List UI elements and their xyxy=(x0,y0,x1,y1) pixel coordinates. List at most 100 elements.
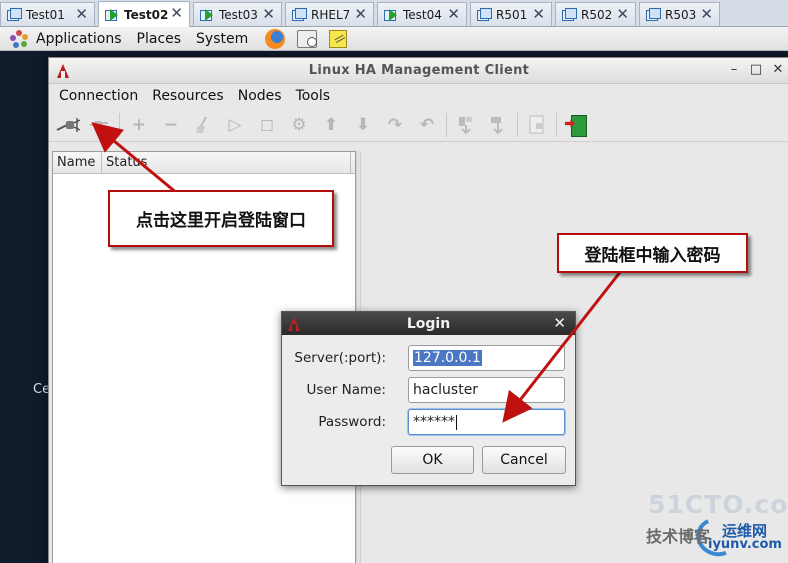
vm-running-icon xyxy=(384,8,398,21)
vm-icon xyxy=(477,8,492,21)
toolbar-separator xyxy=(119,112,120,137)
disconnect-icon[interactable] xyxy=(87,112,113,138)
vm-icon xyxy=(7,8,22,21)
close-icon[interactable]: ✕ xyxy=(616,6,629,22)
menu-places[interactable]: Places xyxy=(137,31,182,47)
move-down-icon[interactable]: ⬇ xyxy=(350,112,376,138)
view-xml-icon[interactable] xyxy=(524,112,550,138)
vm-tab-r501[interactable]: R501 ✕ xyxy=(470,2,552,26)
dialog-titlebar[interactable]: Login ✕ xyxy=(282,312,575,335)
settings-icon[interactable]: ⚙ xyxy=(286,112,312,138)
window-title: Linux HA Management Client xyxy=(308,63,530,78)
ha-management-window: Linux HA Management Client – □ ✕ Connect… xyxy=(48,57,788,563)
password-value: ****** xyxy=(413,414,455,430)
vm-tab-rhel7[interactable]: RHEL7 ✕ xyxy=(285,2,374,26)
close-icon[interactable]: ✕ xyxy=(354,6,367,22)
window-titlebar[interactable]: Linux HA Management Client – □ ✕ xyxy=(49,58,788,84)
menu-resources[interactable]: Resources xyxy=(152,88,224,104)
gnome-foot-icon[interactable] xyxy=(9,29,29,48)
menubar: Connection Resources Nodes Tools xyxy=(49,84,788,108)
column-header-status[interactable]: Status xyxy=(102,152,351,173)
menu-system[interactable]: System xyxy=(196,31,248,47)
vm-tab-label: R502 xyxy=(581,7,613,22)
vm-tab-label: R501 xyxy=(496,7,528,22)
close-icon[interactable]: ✕ xyxy=(447,6,460,22)
server-label: Server(:port): xyxy=(294,350,386,366)
login-dialog: Login ✕ Server(:port): 127.0.0.1 User Na… xyxy=(281,311,576,486)
add-icon[interactable]: + xyxy=(126,112,152,138)
redo-icon[interactable]: ↷ xyxy=(382,112,408,138)
column-header-name[interactable]: Name xyxy=(53,152,102,173)
server-input[interactable]: 127.0.0.1 xyxy=(408,345,565,371)
vm-tab-r503[interactable]: R503 ✕ xyxy=(639,2,720,26)
close-icon[interactable]: ✕ xyxy=(700,6,713,22)
vm-tab-test04[interactable]: Test04 ✕ xyxy=(377,2,467,26)
vm-tab-test02[interactable]: Test02 ✕ xyxy=(98,1,190,27)
vm-tab-label: R503 xyxy=(665,7,697,22)
close-icon[interactable]: ✕ xyxy=(532,6,545,22)
vm-icon xyxy=(562,8,577,21)
exit-icon[interactable] xyxy=(563,112,589,138)
mail-icon[interactable] xyxy=(297,29,318,48)
toolbar: + − ▷ ◻ ⚙ ⬆ ⬇ ↷ ↶ xyxy=(49,108,788,142)
stop-icon[interactable]: ◻ xyxy=(254,112,280,138)
vm-running-icon xyxy=(200,8,214,21)
app-logo-icon xyxy=(288,317,301,331)
toolbar-separator xyxy=(517,112,518,137)
toolbar-separator xyxy=(556,112,557,137)
vm-icon xyxy=(646,8,661,21)
vm-tab-test01[interactable]: Test01 ✕ xyxy=(0,2,95,26)
vm-tab-r502[interactable]: R502 ✕ xyxy=(555,2,636,26)
close-icon[interactable]: ✕ xyxy=(262,6,275,22)
password-hint-callout: 登陆框中输入密码 xyxy=(557,233,748,273)
server-row: Server(:port): 127.0.0.1 xyxy=(282,345,577,371)
maximize-icon[interactable]: □ xyxy=(749,62,763,77)
username-value: hacluster xyxy=(413,382,479,398)
watermark-left: 技术博客 xyxy=(646,527,711,546)
menu-applications[interactable]: Applications xyxy=(36,31,122,47)
vm-tab-label: Test01 xyxy=(26,7,65,22)
start-icon[interactable]: ▷ xyxy=(222,112,248,138)
password-input[interactable]: ****** xyxy=(408,409,565,435)
firefox-icon[interactable] xyxy=(265,28,286,49)
close-icon[interactable]: ✕ xyxy=(75,6,88,22)
text-caret xyxy=(456,414,457,430)
undo-icon[interactable]: ↶ xyxy=(414,112,440,138)
vm-icon xyxy=(292,8,307,21)
gnome-panel: Applications Places System xyxy=(0,27,788,51)
menu-connection[interactable]: Connection xyxy=(59,88,138,104)
move-up-icon[interactable]: ⬆ xyxy=(318,112,344,138)
vm-tab-label: Test03 xyxy=(219,7,258,22)
vm-tab-label: Test04 xyxy=(403,7,442,22)
server-value: 127.0.0.1 xyxy=(413,350,482,366)
vm-running-icon xyxy=(105,8,119,21)
close-icon[interactable]: ✕ xyxy=(553,314,566,332)
minimize-icon[interactable]: – xyxy=(727,62,741,77)
watermark-url: iyunv.com xyxy=(708,537,782,552)
menu-nodes[interactable]: Nodes xyxy=(238,88,282,104)
connect-icon[interactable] xyxy=(55,112,81,138)
close-icon[interactable]: ✕ xyxy=(771,62,785,77)
vm-tab-label: Test02 xyxy=(124,7,169,22)
password-label: Password: xyxy=(318,414,386,430)
close-icon[interactable]: ✕ xyxy=(170,5,183,21)
watermark-top: 51CTO.com xyxy=(648,490,788,519)
remove-icon[interactable]: − xyxy=(158,112,184,138)
app-logo-icon xyxy=(57,64,70,78)
username-input[interactable]: hacluster xyxy=(408,377,565,403)
vm-tab-test03[interactable]: Test03 ✕ xyxy=(193,2,282,26)
watermark-logo: 51CTO.com 技术博客 运维网 iyunv.com xyxy=(644,490,788,563)
username-row: User Name: hacluster xyxy=(282,377,577,403)
ok-button[interactable]: OK xyxy=(391,446,474,474)
cleanup-icon[interactable] xyxy=(190,112,216,138)
vm-tab-strip: Test01 ✕ Test02 ✕ Test03 ✕ RHEL7 ✕ Test0… xyxy=(0,0,788,27)
vm-tab-label: RHEL7 xyxy=(311,7,351,22)
menu-tools[interactable]: Tools xyxy=(296,88,331,104)
migrate-icon[interactable] xyxy=(453,112,479,138)
notes-icon[interactable] xyxy=(329,29,348,48)
connect-hint-callout: 点击这里开启登陆窗口 xyxy=(108,190,334,247)
cancel-button[interactable]: Cancel xyxy=(482,446,566,474)
tree-header: Name Status xyxy=(53,152,355,174)
unmigrate-icon[interactable] xyxy=(485,112,511,138)
dialog-title: Login xyxy=(406,315,451,332)
